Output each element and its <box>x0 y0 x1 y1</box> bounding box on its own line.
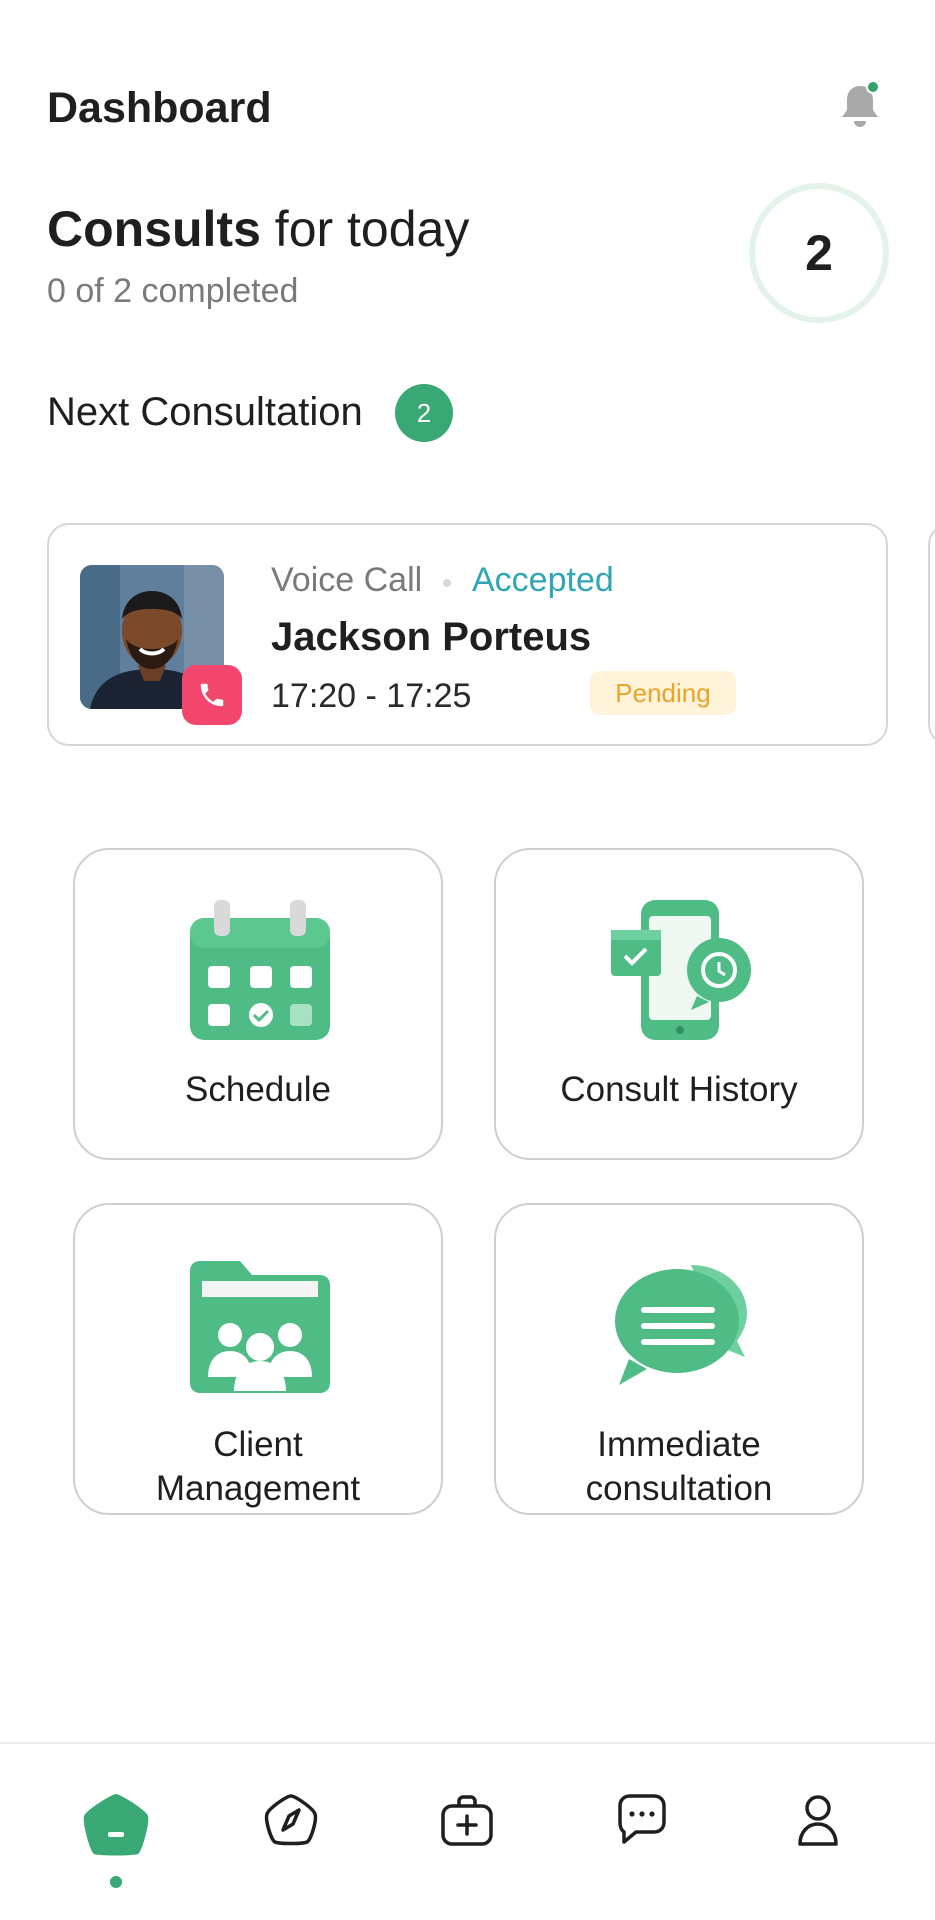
immediate-consultation-label: Immediate consultation <box>585 1425 773 1508</box>
time-range: 17:20 - 17:25 <box>271 677 472 715</box>
immediate-consultation-tile[interactable]: Immediate consultation <box>494 1203 864 1515</box>
consult-history-label: Consult History <box>560 1070 798 1109</box>
separator-dot <box>443 579 451 587</box>
message-icon <box>618 1794 666 1844</box>
nav-home[interactable] <box>56 1744 176 1920</box>
call-type-label: Voice Call <box>271 561 423 599</box>
consult-history-tile[interactable]: Consult History <box>494 848 864 1160</box>
nav-profile[interactable] <box>758 1744 878 1920</box>
nav-messages[interactable] <box>582 1744 702 1920</box>
dashboard-screen: Dashboard Consults for today 0 of 2 comp… <box>0 0 935 1920</box>
call-status-label: Accepted <box>472 561 614 599</box>
next-consultation-heading: Next Consultation <box>47 390 363 434</box>
next-consult-card-peek[interactable] <box>928 523 935 746</box>
home-icon <box>83 1794 149 1856</box>
client-folder-icon <box>190 1261 330 1393</box>
medical-kit-icon <box>441 1795 493 1846</box>
schedule-label: Schedule <box>185 1070 331 1109</box>
client-management-tile[interactable]: Client Management <box>73 1203 443 1515</box>
page-title: Dashboard <box>47 84 272 132</box>
notification-dot <box>866 80 880 94</box>
nav-active-dot <box>110 1876 122 1888</box>
profile-icon <box>798 1795 838 1846</box>
client-management-label: Client Management <box>155 1425 361 1508</box>
compass-icon <box>264 1794 318 1846</box>
phone-icon <box>182 665 242 725</box>
bottom-navigation <box>0 1742 935 1920</box>
history-icon <box>611 900 751 1040</box>
calendar-icon <box>190 900 330 1040</box>
chat-bubbles-icon <box>615 1265 747 1385</box>
nav-health[interactable] <box>407 1744 527 1920</box>
consults-count-ring: 2 <box>749 183 889 323</box>
patient-name: Jackson Porteus <box>271 615 592 659</box>
consults-progress-text: 0 of 2 completed <box>47 272 299 310</box>
consults-heading: Consults for today <box>47 201 470 257</box>
consult-card[interactable]: Voice Call Accepted Jackson Porteus 17:2… <box>47 523 888 746</box>
schedule-tile[interactable]: Schedule <box>73 848 443 1160</box>
nav-explore[interactable] <box>231 1744 351 1920</box>
status-badge: Pending <box>590 671 736 715</box>
next-consultation-count-badge: 2 <box>395 384 453 442</box>
